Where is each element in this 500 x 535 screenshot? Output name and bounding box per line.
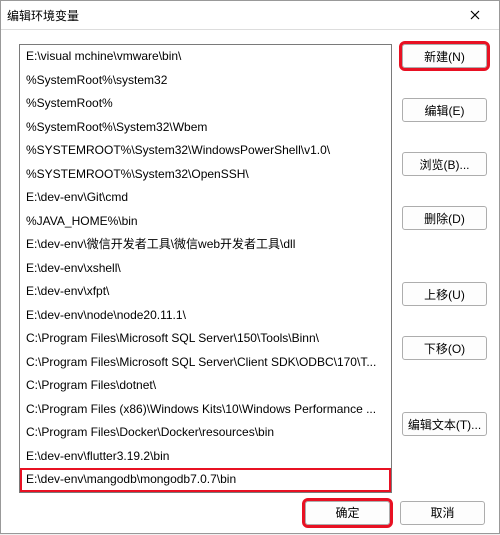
delete-button[interactable]: 删除(D): [402, 206, 487, 230]
list-item[interactable]: %SYSTEMROOT%\System32\OpenSSH\: [20, 163, 391, 187]
list-item[interactable]: C:\Program Files\Microsoft SQL Server\Cl…: [20, 351, 391, 375]
list-item[interactable]: E:\dev-env\Git\cmd: [20, 186, 391, 210]
list-item[interactable]: %SystemRoot%\System32\Wbem: [20, 116, 391, 140]
list-item[interactable]: E:\dev-env\微信开发者工具\微信web开发者工具\dll: [20, 233, 391, 257]
list-item[interactable]: E:\dev-env\flutter3.19.2\bin: [20, 445, 391, 469]
close-button[interactable]: [457, 1, 493, 29]
ok-button[interactable]: 确定: [305, 501, 390, 525]
list-item[interactable]: E:\dev-env\mangodb\mongodb7.0.7\bin: [20, 468, 391, 492]
dialog-title: 编辑环境变量: [7, 7, 457, 24]
list-item[interactable]: %SystemRoot%: [20, 92, 391, 116]
titlebar: 编辑环境变量: [1, 1, 499, 30]
edit-button[interactable]: 编辑(E): [402, 98, 487, 122]
env-var-dialog: 编辑环境变量 E:\visual mchine\vmware\bin\%Syst…: [0, 0, 500, 534]
path-list-container: E:\visual mchine\vmware\bin\%SystemRoot%…: [19, 44, 392, 493]
list-item[interactable]: %SystemRoot%\system32: [20, 69, 391, 93]
list-item[interactable]: %SYSTEMROOT%\System32\WindowsPowerShell\…: [20, 139, 391, 163]
list-item[interactable]: %JAVA_HOME%\bin: [20, 210, 391, 234]
side-buttons: 新建(N) 编辑(E) 浏览(B)... 删除(D) 上移(U) 下移(O) 编…: [402, 44, 487, 493]
path-list[interactable]: E:\visual mchine\vmware\bin\%SystemRoot%…: [20, 45, 391, 492]
movedown-button[interactable]: 下移(O): [402, 336, 487, 360]
dialog-footer: 确定 取消: [1, 501, 499, 535]
list-item[interactable]: C:\Program Files\dotnet\: [20, 374, 391, 398]
moveup-button[interactable]: 上移(U): [402, 282, 487, 306]
browse-button[interactable]: 浏览(B)...: [402, 152, 487, 176]
dialog-content: E:\visual mchine\vmware\bin\%SystemRoot%…: [1, 30, 499, 501]
list-item[interactable]: E:\dev-env\node\node20.11.1\: [20, 304, 391, 328]
list-item[interactable]: C:\Program Files (x86)\Windows Kits\10\W…: [20, 398, 391, 422]
list-item[interactable]: E:\dev-env\xshell\: [20, 257, 391, 281]
list-item[interactable]: C:\Program Files\Microsoft SQL Server\15…: [20, 327, 391, 351]
new-button[interactable]: 新建(N): [402, 44, 487, 68]
cancel-button[interactable]: 取消: [400, 501, 485, 525]
list-item[interactable]: E:\visual mchine\vmware\bin\: [20, 45, 391, 69]
edittext-button[interactable]: 编辑文本(T)...: [402, 412, 487, 436]
list-item[interactable]: C:\Program Files\Docker\Docker\resources…: [20, 421, 391, 445]
close-icon: [470, 10, 480, 20]
list-item[interactable]: E:\dev-env\xfpt\: [20, 280, 391, 304]
